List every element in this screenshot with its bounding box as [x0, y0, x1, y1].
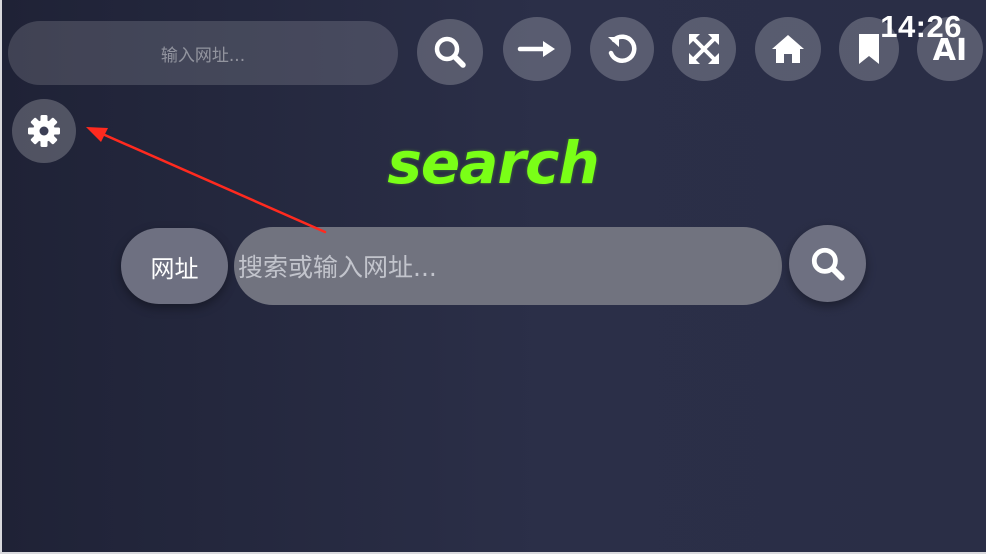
- search-input[interactable]: 搜索或输入网址...: [234, 227, 782, 305]
- home-icon: [772, 35, 804, 63]
- url-mode-label: 网址: [150, 254, 199, 283]
- go-button[interactable]: [503, 17, 571, 81]
- bookmark-icon: [859, 34, 879, 64]
- search-icon: [434, 36, 466, 68]
- page-title: search: [387, 129, 599, 197]
- search-icon: [811, 247, 845, 281]
- status-clock: 14:26: [880, 9, 962, 44]
- fullscreen-icon: [689, 34, 719, 64]
- reload-button[interactable]: [590, 17, 654, 81]
- home-button[interactable]: [755, 17, 821, 81]
- refresh-icon: [608, 34, 637, 63]
- url-mode-button[interactable]: 网址: [121, 228, 228, 304]
- fullscreen-button[interactable]: [672, 17, 736, 81]
- arrow-right-icon: [517, 41, 555, 57]
- search-submit-button[interactable]: [789, 225, 866, 302]
- url-placeholder: 输入网址...: [160, 45, 246, 66]
- url-input[interactable]: 输入网址...: [8, 21, 398, 85]
- search-placeholder: 搜索或输入网址...: [238, 253, 437, 282]
- search-button[interactable]: [417, 19, 483, 85]
